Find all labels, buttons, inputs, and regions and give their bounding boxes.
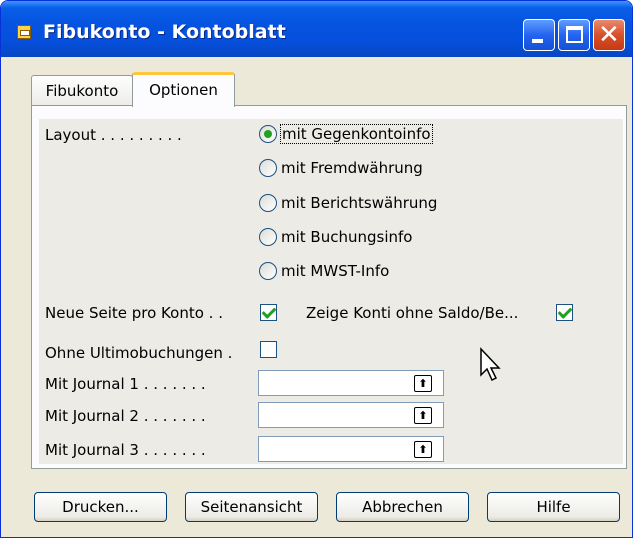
window-title: Fibukonto - Kontoblatt [43,21,286,43]
radio-label-gegenkontoinfo[interactable]: mit Gegenkontoinfo [280,124,433,144]
radio-label-buchungsinfo[interactable]: mit Buchungsinfo [281,228,412,246]
radio-label-mwst-info[interactable]: mit MWST-Info [281,262,389,280]
minimize-icon [532,39,543,43]
radio-mwst-info[interactable] [259,262,277,280]
new-page-label: Neue Seite pro Konto . . [45,304,223,322]
minimize-button[interactable] [523,19,555,51]
close-button[interactable]: ✕ [593,19,625,51]
radio-gegenkontoinfo[interactable] [259,125,277,143]
journal-1-label: Mit Journal 1 . . . . . . . [45,375,206,393]
help-button[interactable]: Hilfe [487,492,620,522]
journal-2-lookup-icon[interactable]: ⬆ [414,407,432,424]
window-icon [17,25,31,39]
radio-fremdwaehrung[interactable] [259,159,277,177]
print-button[interactable]: Drucken... [34,492,167,522]
maximize-button[interactable] [558,19,590,51]
journal-2-label: Mit Journal 2 . . . . . . . [45,407,206,425]
journal-1-lookup-icon[interactable]: ⬆ [414,375,432,392]
close-icon: ✕ [598,20,620,50]
tab-fibukonto[interactable]: Fibukonto [31,75,133,107]
tab-optionen[interactable]: Optionen [132,72,235,107]
maximize-icon [566,26,583,43]
without-closing-checkbox[interactable] [260,341,277,358]
new-page-checkbox[interactable] [260,304,277,321]
cancel-button[interactable]: Abbrechen [336,492,469,522]
journal-3-label: Mit Journal 3 . . . . . . . [45,441,206,459]
title-bar[interactable]: Fibukonto - Kontoblatt ✕ [1,1,632,57]
dialog-window: Fibukonto - Kontoblatt ✕ Fibukonto Optio… [0,0,633,538]
radio-berichtswaehrung[interactable] [259,194,277,212]
show-accounts-label: Zeige Konti ohne Saldo/Be... [306,304,519,322]
layout-label: Layout . . . . . . . . . [45,126,182,144]
without-closing-label: Ohne Ultimobuchungen . [45,344,233,362]
preview-button[interactable]: Seitenansicht [185,492,318,522]
show-accounts-checkbox[interactable] [556,304,573,321]
radio-buchungsinfo[interactable] [259,228,277,246]
mouse-cursor-icon [480,347,501,382]
radio-label-berichtswaehrung[interactable]: mit Berichtswährung [281,194,437,212]
radio-label-fremdwaehrung[interactable]: mit Fremdwährung [281,159,423,177]
journal-3-lookup-icon[interactable]: ⬆ [414,441,432,458]
